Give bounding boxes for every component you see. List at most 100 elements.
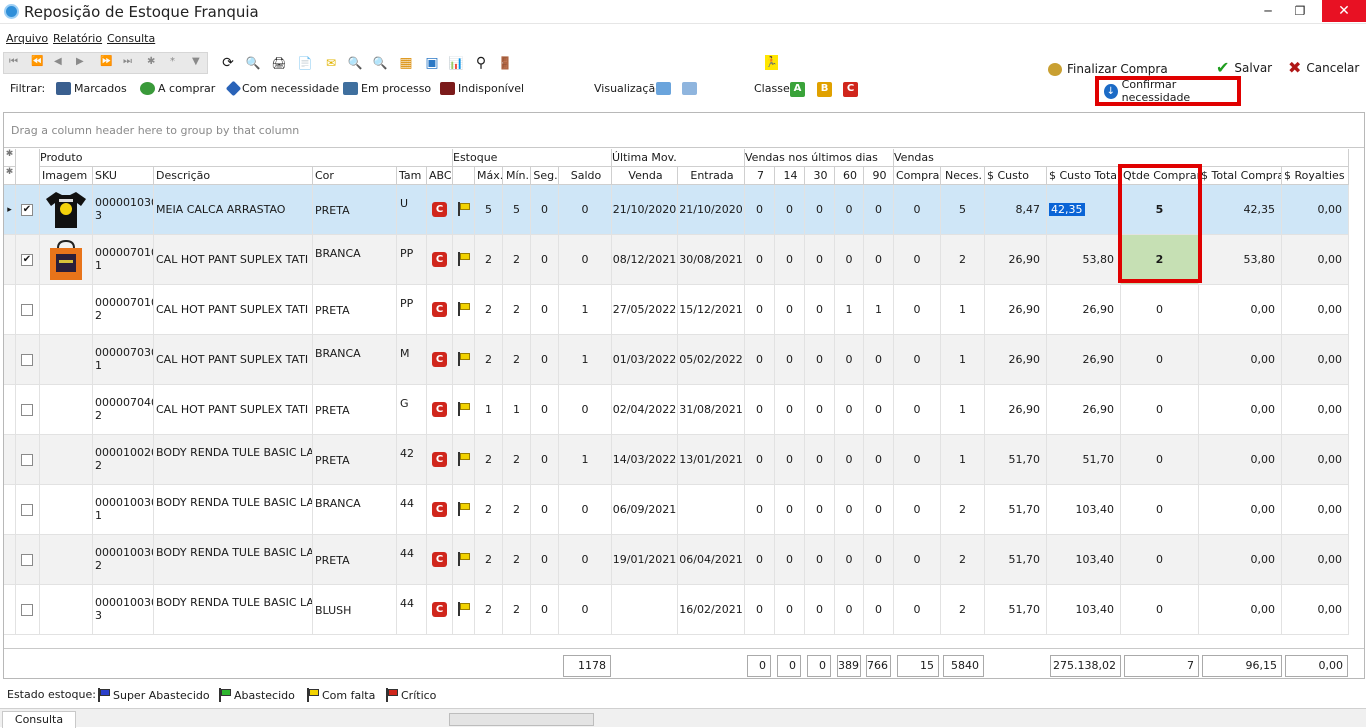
classe-b-button[interactable]: B <box>817 82 832 97</box>
row-checkbox[interactable] <box>21 354 33 366</box>
header-neces[interactable]: Neces. <box>941 167 985 185</box>
header-royalties[interactable]: $ Royalties <box>1282 167 1349 185</box>
header-d14[interactable]: 14 <box>775 167 805 185</box>
table-row[interactable]: 000010030 2 BODY RENDA TULE BASIC LACE PRET… <box>4 535 1349 585</box>
row-checkbox[interactable] <box>21 304 33 316</box>
table-row[interactable]: ▸ ✔ 000001030 3 MEIA CALCA ARRASTAO PRETA U C 5 5… <box>4 185 1349 235</box>
header-d90[interactable]: 90 <box>864 167 894 185</box>
export-icon[interactable]: 📄 <box>297 55 313 71</box>
header-d7[interactable]: 7 <box>745 167 775 185</box>
cell-qtde-comprar[interactable]: 0 <box>1121 585 1199 635</box>
table-row[interactable]: 000010030 3 BODY RENDA TULE BASIC LACE BLUS… <box>4 585 1349 635</box>
insert-record-icon[interactable]: ✱ <box>147 56 155 67</box>
header-venda[interactable]: Venda <box>612 167 678 185</box>
header-total-compra[interactable]: $ Total Compra <box>1199 167 1282 185</box>
color-text: PRETA <box>315 554 350 567</box>
chart-icon[interactable]: 📊 <box>448 55 464 71</box>
row-checkbox[interactable]: ✔ <box>21 254 33 266</box>
table-row[interactable]: ✔ 000007010 1 CAL HOT PANT SUPLEX TATI BRANC… <box>4 235 1349 285</box>
layout-icon[interactable]: ▣ <box>424 55 440 71</box>
row-checkbox[interactable] <box>21 554 33 566</box>
row-checkbox[interactable] <box>21 454 33 466</box>
next-page-icon[interactable]: ⏩ <box>100 56 112 67</box>
exit-icon[interactable]: 🚪 <box>497 55 513 71</box>
post-record-icon[interactable]: * <box>170 56 175 67</box>
first-record-icon[interactable]: ⏮ <box>9 56 18 67</box>
header-d30[interactable]: 30 <box>805 167 835 185</box>
filter-icon[interactable]: ⚲ <box>473 55 489 71</box>
zoom-in-icon[interactable]: 🔍 <box>347 55 363 71</box>
filter-dropdown-icon[interactable]: ▼ <box>192 56 200 67</box>
grid-view-icon[interactable] <box>656 82 671 95</box>
row-checkbox[interactable] <box>21 604 33 616</box>
row-select-cell <box>16 435 40 485</box>
card-view-icon[interactable] <box>682 82 697 95</box>
row-checkbox[interactable]: ✔ <box>21 204 33 216</box>
filter-a-comprar[interactable]: A comprar <box>140 82 215 95</box>
table-row[interactable]: 000007030 1 CAL HOT PANT SUPLEX TATI BRANCA… <box>4 335 1349 385</box>
header-saldo[interactable]: Saldo <box>559 167 612 185</box>
cancel-button[interactable]: ✖ Cancelar <box>1288 58 1359 77</box>
header-cor[interactable]: Cor <box>313 167 397 185</box>
header-abc[interactable]: ABC <box>427 167 453 185</box>
header-sku[interactable]: SKU <box>93 167 154 185</box>
header-d60[interactable]: 60 <box>835 167 864 185</box>
classe-c-button[interactable]: C <box>843 82 858 97</box>
classe-a-button[interactable]: A <box>790 82 805 97</box>
prev-record-icon[interactable]: ◀ <box>54 56 62 67</box>
prev-page-icon[interactable]: ⏪ <box>31 56 43 67</box>
cell-qtde-comprar[interactable]: 0 <box>1121 535 1199 585</box>
close-button[interactable]: ✕ <box>1322 0 1366 22</box>
next-record-icon[interactable]: ▶ <box>76 56 84 67</box>
header-custo[interactable]: $ Custo <box>985 167 1047 185</box>
header-compras[interactable]: Compras <box>894 167 941 185</box>
filter-indisponivel[interactable]: Indisponível <box>440 82 524 95</box>
confirm-need-button[interactable]: ↓ Confirmar necessidade <box>1095 76 1241 106</box>
cell-qtde-comprar[interactable]: 2 <box>1121 235 1199 285</box>
header-seg[interactable]: Seg. <box>531 167 559 185</box>
columns-icon[interactable]: ▦ <box>398 55 414 71</box>
runner-icon[interactable]: 🏃 <box>765 55 778 70</box>
header-descricao[interactable]: Descrição <box>154 167 313 185</box>
menu-consulta[interactable]: Consulta <box>107 32 155 45</box>
save-button[interactable]: ✔ Salvar <box>1216 58 1272 77</box>
header-custo-total[interactable]: $ Custo Total <box>1047 167 1121 185</box>
header-entrada[interactable]: Entrada <box>678 167 745 185</box>
print-icon[interactable]: 🖨 <box>271 55 287 71</box>
cell-qtde-comprar[interactable]: 0 <box>1121 335 1199 385</box>
header-imagem[interactable]: Imagem <box>40 167 93 185</box>
tab-consulta[interactable]: Consulta <box>2 711 76 728</box>
cell-qtde-comprar[interactable]: 5 <box>1121 185 1199 235</box>
cell-qtde-comprar[interactable]: 0 <box>1121 385 1199 435</box>
filter-com-necessidade[interactable]: Com necessidade <box>225 80 339 97</box>
row-checkbox[interactable] <box>21 504 33 516</box>
mail-icon[interactable]: ✉ <box>323 55 339 71</box>
finalize-purchase-button[interactable]: Finalizar Compra <box>1048 62 1168 76</box>
menu-arquivo[interactable]: Arquivo <box>6 32 48 45</box>
header-min[interactable]: Mín. <box>503 167 531 185</box>
header-tam[interactable]: Tam <box>397 167 427 185</box>
header-max[interactable]: Máx. <box>475 167 503 185</box>
custo-total-selected[interactable]: 42,35 <box>1049 203 1085 216</box>
last-record-icon[interactable]: ⏭ <box>123 56 132 67</box>
table-row[interactable]: 000007010 2 CAL HOT PANT SUPLEX TATI PRETA P… <box>4 285 1349 335</box>
table-row[interactable]: 000010030 1 BODY RENDA TULE BASIC LACE BRAN… <box>4 485 1349 535</box>
filter-em-processo[interactable]: Em processo <box>343 82 431 95</box>
minimize-button[interactable]: ─ <box>1254 0 1282 22</box>
menu-relatorio[interactable]: Relatório <box>53 32 102 45</box>
refresh-icon[interactable]: ⟳ <box>220 55 236 71</box>
header-flag[interactable] <box>453 167 475 185</box>
row-checkbox[interactable] <box>21 404 33 416</box>
table-row[interactable]: 000010020 2 BODY RENDA TULE BASIC LACE PRET… <box>4 435 1349 485</box>
cell-qtde-comprar[interactable]: 0 <box>1121 485 1199 535</box>
filter-marcados[interactable]: Marcados <box>56 82 127 95</box>
cell-qtde-comprar[interactable]: 0 <box>1121 285 1199 335</box>
table-row[interactable]: 000007040 2 CAL HOT PANT SUPLEX TATI PRETA G… <box>4 385 1349 435</box>
cell-custo: 26,90 <box>985 285 1047 335</box>
maximize-button[interactable]: ❐ <box>1286 0 1314 22</box>
cell-qtde-comprar[interactable]: 0 <box>1121 435 1199 485</box>
preview-icon[interactable]: 🔍 <box>245 55 261 71</box>
zoom-out-icon[interactable]: 🔍 <box>372 55 388 71</box>
group-by-panel[interactable]: Drag a column header here to group by th… <box>4 113 1364 148</box>
header-qtde-comprar[interactable]: Qtde Comprar <box>1121 167 1199 185</box>
